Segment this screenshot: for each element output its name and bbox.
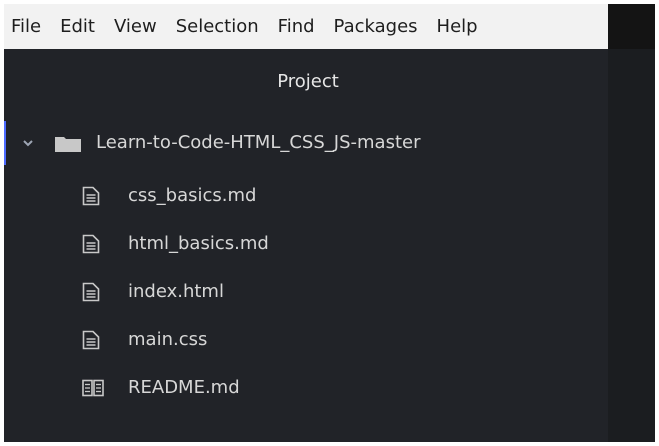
file-label: html_basics.md (128, 233, 269, 254)
file-text-icon (82, 282, 100, 302)
tree-root-folder[interactable]: Learn-to-Code-HTML_CSS_JS-master (4, 121, 608, 165)
menu-file[interactable]: File (11, 4, 41, 49)
panel-title[interactable]: Project (4, 49, 608, 113)
file-item-main-css[interactable]: main.css (4, 318, 608, 362)
menu-packages[interactable]: Packages (334, 4, 418, 49)
file-item-css-basics[interactable]: css_basics.md (4, 174, 608, 218)
file-label: README.md (128, 377, 240, 398)
menu-bar: File Edit View Selection Find Packages H… (4, 4, 608, 49)
file-label: index.html (128, 281, 224, 302)
editor-window: File Edit View Selection Find Packages H… (4, 4, 655, 442)
file-label: css_basics.md (128, 185, 257, 206)
file-text-icon (82, 330, 100, 350)
menu-help[interactable]: Help (437, 4, 478, 49)
root-folder-label: Learn-to-Code-HTML_CSS_JS-master (96, 132, 421, 153)
file-item-index-html[interactable]: index.html (4, 270, 608, 314)
chevron-down-icon[interactable] (22, 137, 34, 149)
editor-area[interactable] (608, 49, 655, 442)
menu-bar-edge (608, 4, 655, 49)
file-item-readme[interactable]: README.md (4, 366, 608, 410)
folder-icon (55, 137, 81, 152)
menu-view[interactable]: View (114, 4, 157, 49)
book-icon (82, 379, 104, 397)
menu-find[interactable]: Find (278, 4, 315, 49)
file-text-icon (82, 234, 100, 254)
file-text-icon (82, 186, 100, 206)
panel-title-label: Project (277, 70, 339, 92)
file-label: main.css (128, 329, 208, 350)
file-item-html-basics[interactable]: html_basics.md (4, 222, 608, 266)
menu-edit[interactable]: Edit (60, 4, 95, 49)
project-panel: Project Learn-to-Code-HTML_CSS_JS-master… (4, 49, 608, 442)
menu-selection[interactable]: Selection (176, 4, 259, 49)
